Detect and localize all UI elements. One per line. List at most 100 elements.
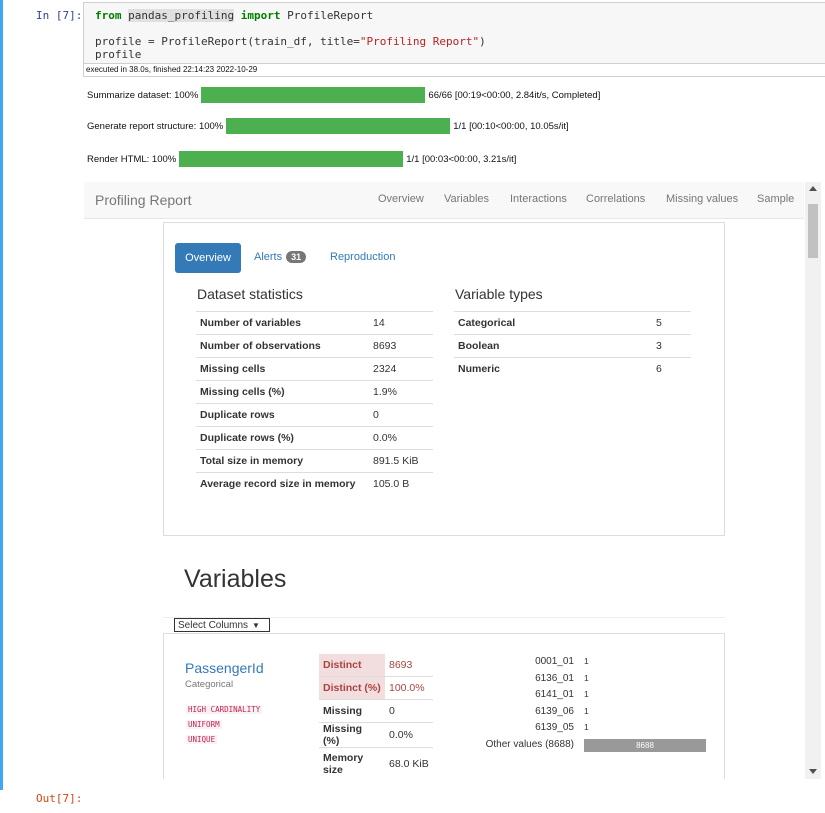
variable-types-title: Variable types xyxy=(455,286,543,302)
tab-alerts-label: Alerts xyxy=(254,251,283,263)
freq-count: 1 xyxy=(584,706,589,716)
execution-info: executed in 38.0s, finished 22:14:23 202… xyxy=(83,64,825,77)
progress-status: 66/66 [00:19<00:00, 2.84it/s, Completed] xyxy=(428,89,601,101)
stat-value: 8693 xyxy=(389,659,413,671)
stat-value: 68.0 KiB xyxy=(385,747,433,780)
stat-key: Missing cells (%) xyxy=(196,380,369,404)
stat-key: Memory size xyxy=(319,747,385,780)
progress-status: 1/1 [00:10<00:00, 10.05s/it] xyxy=(453,120,569,132)
table-row: Number of variables 14 xyxy=(196,311,433,335)
nav-correlations[interactable]: Correlations xyxy=(586,193,645,205)
code-text: profile = ProfileReport(train_df, title= xyxy=(95,35,360,48)
stat-key: Average record size in memory xyxy=(196,472,369,495)
code-line-3: profile xyxy=(95,48,142,61)
nav-interactions[interactable]: Interactions xyxy=(510,193,567,205)
progress-bar-fill xyxy=(226,118,451,134)
stat-key: Total size in memory xyxy=(196,449,369,473)
stat-value: 105.0 B xyxy=(369,472,433,495)
nav-sample[interactable]: Sample xyxy=(757,193,794,205)
stat-value: 891.5 KiB xyxy=(369,449,433,473)
freq-label: Other values (8688) xyxy=(485,739,574,750)
stat-value: 0.0% xyxy=(369,426,433,450)
chevron-down-icon: ▼ xyxy=(252,620,260,630)
stat-key: Missing xyxy=(319,699,385,723)
tab-reproduction[interactable]: Reproduction xyxy=(330,251,395,263)
freq-row: 6141_01 1 xyxy=(470,689,730,703)
select-columns-dropdown[interactable]: Select Columns ▼ xyxy=(174,618,270,632)
stat-value: 0.0% xyxy=(385,722,433,748)
scroll-down-arrow-icon[interactable] xyxy=(809,769,817,774)
stat-value: 6 xyxy=(652,357,691,380)
stat-value: 1.9% xyxy=(369,380,433,404)
code-line-1: from pandas_profiling import ProfileRepo… xyxy=(95,9,825,22)
keyword-from: from xyxy=(95,9,122,22)
alert-tag[interactable]: UNIQUE xyxy=(186,735,218,744)
table-row: Duplicate rows (%) 0.0% xyxy=(196,426,433,450)
dataset-statistics-table: Number of variables 14 Number of observat… xyxy=(196,311,433,495)
freq-row: 6139_05 1 xyxy=(470,722,730,736)
alerts-count-badge: 31 xyxy=(286,251,307,263)
input-prompt: In [7]: xyxy=(36,9,83,22)
variable-types-table: Categorical 5 Boolean 3 Numeric 6 xyxy=(454,311,691,380)
tab-overview[interactable]: Overview xyxy=(175,243,241,273)
freq-row: 6139_06 1 xyxy=(470,706,730,720)
stat-key: Missing cells xyxy=(196,357,369,381)
scroll-up-arrow-icon[interactable] xyxy=(809,186,817,191)
nav-variables[interactable]: Variables xyxy=(444,193,489,205)
freq-label: 6136_01 xyxy=(535,673,574,684)
progress-summarize: Summarize dataset: 100% 66/66 [00:19<00:… xyxy=(87,87,600,103)
freq-bar-other: 8688 xyxy=(584,739,706,752)
table-row: Distinct (%) 100.0% xyxy=(319,676,433,700)
progress-label: Render HTML: 100% xyxy=(87,153,177,165)
progress-status: 1/1 [00:03<00:00, 3.21s/it] xyxy=(406,153,517,165)
table-row: Categorical 5 xyxy=(454,311,691,335)
class-name: ProfileReport xyxy=(287,9,374,22)
freq-count: 1 xyxy=(584,656,589,666)
progress-label: Summarize dataset: 100% xyxy=(87,89,199,101)
code-text: ) xyxy=(479,35,486,48)
variable-name-link[interactable]: PassengerId xyxy=(185,660,264,676)
stat-value: 5 xyxy=(652,311,691,335)
table-row: Missing cells (%) 1.9% xyxy=(196,380,433,404)
code-editor[interactable]: from pandas_profiling import ProfileRepo… xyxy=(83,2,825,64)
stat-value: 100.0% xyxy=(385,676,433,700)
freq-row: 6136_01 1 xyxy=(470,673,730,687)
table-row: Distinct 8693 xyxy=(319,654,433,677)
stat-key: Number of observations xyxy=(196,334,369,358)
stat-value: 2324 xyxy=(369,357,433,381)
stat-value: 0 xyxy=(369,403,433,427)
progress-label: Generate report structure: 100% xyxy=(87,120,224,132)
module-name: pandas_profiling xyxy=(128,9,235,22)
table-row: Average record size in memory 105.0 B xyxy=(196,472,433,495)
nav-missing-values[interactable]: Missing values xyxy=(666,193,738,205)
tab-alerts[interactable]: Alerts 31 xyxy=(254,251,307,263)
nav-overview[interactable]: Overview xyxy=(378,193,424,205)
alert-tag[interactable]: HIGH CARDINALITY xyxy=(186,705,263,714)
table-row: Missing cells 2324 xyxy=(196,357,433,381)
stat-key: Numeric xyxy=(454,357,652,380)
scroll-thumb[interactable] xyxy=(808,204,818,258)
freq-label: 0001_01 xyxy=(535,656,574,667)
progress-bar-fill xyxy=(201,87,426,103)
report-scrollbar[interactable] xyxy=(805,182,821,779)
dataset-statistics-title: Dataset statistics xyxy=(197,286,303,302)
table-row: Number of observations 8693 xyxy=(196,334,433,358)
stat-key: Number of variables xyxy=(196,311,369,335)
table-row: Duplicate rows 0 xyxy=(196,403,433,427)
code-string: "Profiling Report" xyxy=(359,35,480,48)
table-row: Boolean 3 xyxy=(454,334,691,358)
table-row: Numeric 6 xyxy=(454,357,691,380)
variable-stats-table: Distinct 8693 Distinct (%) 100.0% Missing 0… xyxy=(319,654,433,780)
output-prompt: Out[7]: xyxy=(36,792,83,805)
alert-tag[interactable]: UNIFORM xyxy=(186,720,222,729)
freq-count: 1 xyxy=(584,722,589,732)
progress-render: Render HTML: 100% 1/1 [00:03<00:00, 3.21… xyxy=(87,151,516,167)
table-row: Memory size 68.0 KiB xyxy=(319,747,433,780)
stat-key: Duplicate rows xyxy=(196,403,369,427)
select-columns-label: Select Columns xyxy=(178,619,249,631)
freq-row: 0001_01 1 xyxy=(470,656,730,670)
report-brand[interactable]: Profiling Report xyxy=(95,192,192,208)
freq-count: 1 xyxy=(584,673,589,683)
progress-generate: Generate report structure: 100% 1/1 [00:… xyxy=(87,118,569,134)
